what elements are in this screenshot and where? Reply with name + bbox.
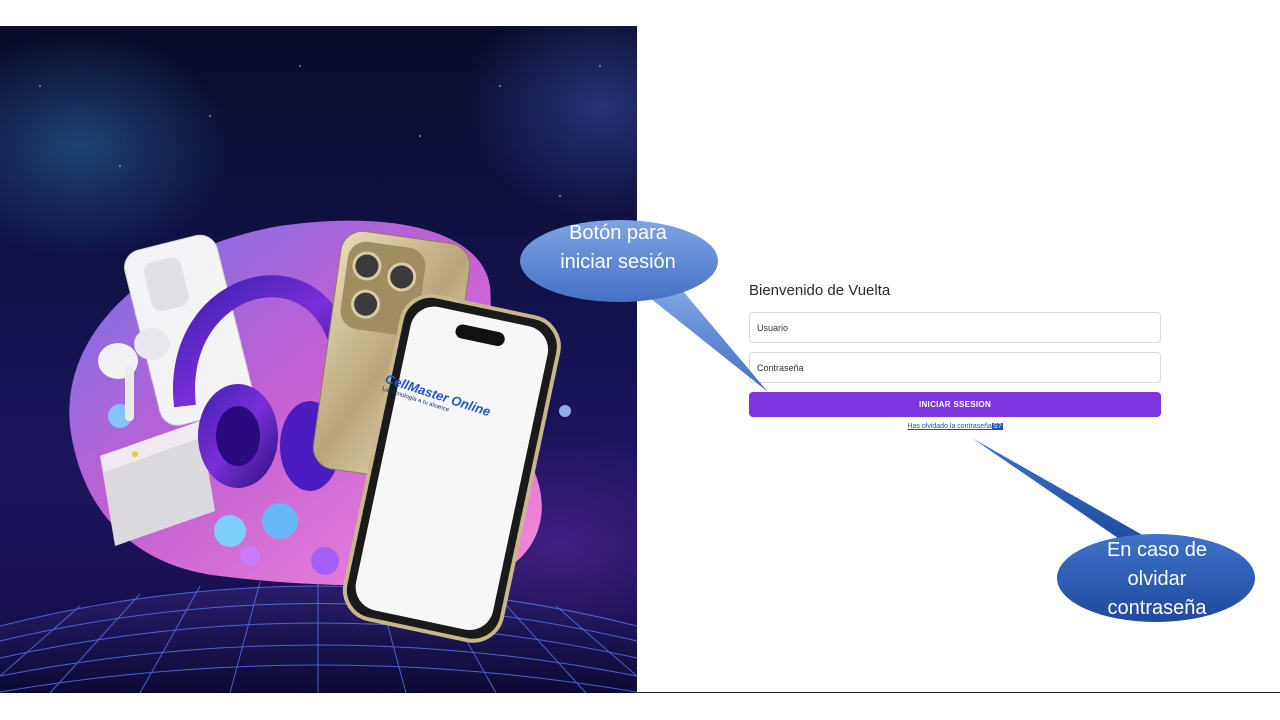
login-callout-text: Botón para iniciar sesión bbox=[560, 222, 676, 273]
forgot-callout-text: En caso de olvidar contraseña bbox=[1106, 539, 1208, 619]
